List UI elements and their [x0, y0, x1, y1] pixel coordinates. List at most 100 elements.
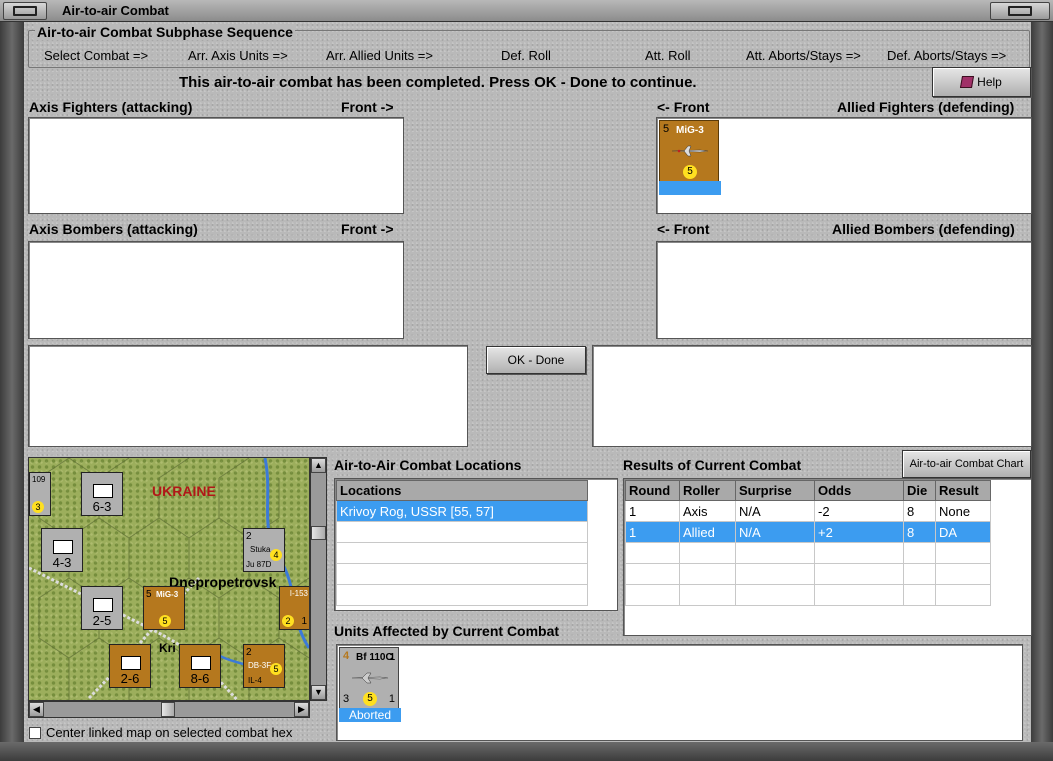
window-frame-bottom: [0, 742, 1053, 761]
location-row[interactable]: [336, 563, 588, 585]
map-vertical-scrollbar[interactable]: ▲ ▼: [310, 457, 327, 701]
map-air-unit-top: 1: [301, 616, 307, 627]
plane-icon: [351, 672, 389, 684]
map-air-unit-value: 4: [270, 549, 282, 561]
affected-unit-counter[interactable]: 4 Bf 110C 1 3 5 1: [339, 647, 399, 709]
affected-unit-bottom-right: 1: [388, 693, 395, 705]
results-cell: DA: [935, 521, 991, 543]
scroll-right-arrow-icon[interactable]: ▶: [294, 702, 309, 717]
map-ground-unit[interactable]: 4-3: [41, 528, 83, 572]
window-menu-button[interactable]: [3, 2, 47, 20]
window-title: Air-to-air Combat: [62, 3, 169, 18]
affected-units-box[interactable]: 4 Bf 110C 1 3 5 1 Aborted: [336, 644, 1023, 741]
infantry-icon: [121, 656, 141, 670]
horizontal-scroll-thumb[interactable]: [161, 702, 175, 717]
map-air-unit[interactable]: 2 DB-3F 5 IL-4: [243, 644, 285, 688]
map-horizontal-scrollbar[interactable]: ◀ ▶: [28, 701, 310, 718]
map-air-unit-name: I-153: [289, 589, 308, 598]
mech-infantry-icon: [53, 540, 73, 554]
map-air-unit-value: 5: [159, 615, 171, 627]
infantry-icon: [93, 598, 113, 612]
affected-unit-bottom-mid: 5: [363, 692, 377, 706]
affected-title: Units Affected by Current Combat: [334, 623, 560, 639]
axis-bombers-box[interactable]: [28, 241, 404, 339]
map-ground-unit[interactable]: 8-6: [179, 644, 221, 688]
results-row[interactable]: 1 Axis N/A -2 8 None: [625, 500, 991, 522]
scroll-down-arrow-icon[interactable]: ▼: [311, 685, 326, 700]
results-row[interactable]: [625, 563, 991, 585]
center-map-checkbox-row[interactable]: Center linked map on selected combat hex: [29, 725, 292, 740]
step-def-aborts-stays: Def. Aborts/Stays =>: [887, 48, 1007, 63]
map-ground-unit[interactable]: 6-3: [81, 472, 123, 516]
allied-fighters-box[interactable]: 5 MiG-3 5: [656, 117, 1032, 214]
map-air-unit[interactable]: 2 Stuka 4 Ju 87D: [243, 528, 285, 572]
allied-bombers-box[interactable]: [656, 241, 1032, 339]
axis-bombers-label: Axis Bombers (attacking): [29, 221, 198, 237]
step-att-aborts-stays: Att. Aborts/Stays =>: [746, 48, 861, 63]
results-cell: None: [935, 500, 991, 522]
map-unit-value: 8-6: [190, 671, 210, 686]
results-cell: N/A: [735, 500, 815, 522]
title-bar: Air-to-air Combat: [0, 0, 1053, 22]
axis-message-box: [28, 345, 468, 447]
results-cell: 1: [625, 521, 680, 543]
map-ground-unit[interactable]: 2-5: [81, 586, 123, 630]
locations-table: Locations Krivoy Rog, USSR [55, 57]: [336, 480, 588, 606]
map-air-unit[interactable]: I-153 2 1: [279, 586, 309, 630]
results-row[interactable]: [625, 542, 991, 564]
location-cell: [336, 584, 588, 606]
results-table: Round Roller Surprise Odds Die Result 1 …: [625, 480, 991, 606]
help-book-icon: [960, 76, 975, 88]
results-cell: -2: [814, 500, 904, 522]
affected-unit-bottom-left: 3: [343, 693, 350, 705]
results-cell: 1: [625, 500, 680, 522]
scroll-up-arrow-icon[interactable]: ▲: [311, 458, 326, 473]
location-row[interactable]: Krivoy Rog, USSR [55, 57]: [336, 500, 588, 522]
location-cell: [336, 542, 588, 564]
allied-bombers-front-label: <- Front: [657, 221, 710, 237]
map-unit-value: 2-6: [120, 671, 140, 686]
window-frame-left: [0, 22, 24, 761]
status-message: This air-to-air combat has been complete…: [179, 74, 697, 91]
axis-fighters-front-label: Front ->: [341, 99, 394, 115]
map-city-label-2: Kri: [159, 641, 176, 655]
armor-icon: [191, 656, 211, 670]
maximize-button[interactable]: [990, 2, 1050, 20]
center-map-label: Center linked map on selected combat hex: [46, 725, 293, 740]
plane-icon: [671, 145, 709, 157]
vertical-scroll-thumb[interactable]: [311, 526, 326, 540]
results-row[interactable]: [625, 584, 991, 606]
results-header-round: Round: [625, 480, 680, 501]
ok-done-button[interactable]: OK - Done: [486, 346, 586, 374]
map-air-unit-name: MiG-3: [156, 590, 179, 599]
allied-bombers-label: Allied Bombers (defending): [832, 221, 1015, 237]
air-combat-chart-button[interactable]: Air-to-air Combat Chart: [902, 450, 1031, 478]
map-air-unit-value: 2: [282, 615, 294, 627]
map-ground-unit[interactable]: 2-6: [109, 644, 151, 688]
location-row[interactable]: [336, 584, 588, 606]
unit-selected-indicator: [659, 181, 721, 195]
center-map-checkbox[interactable]: [29, 727, 41, 739]
map-air-unit-partial[interactable]: 109 3: [29, 472, 51, 516]
map-air-unit-sub: IL-4: [248, 676, 262, 685]
map-air-unit-sub: Ju 87D: [246, 560, 272, 569]
allied-fighter-unit-counter[interactable]: 5 MiG-3 5: [659, 120, 719, 182]
location-cell: Krivoy Rog, USSR [55, 57]: [336, 500, 588, 522]
affected-unit-top-left: 4: [343, 650, 350, 662]
results-row[interactable]: 1 Allied N/A +2 8 DA: [625, 521, 991, 543]
help-button[interactable]: Help: [932, 67, 1031, 97]
location-row[interactable]: [336, 542, 588, 564]
subphase-group-label: Air-to-air Combat Subphase Sequence: [35, 24, 295, 40]
map-unit-value: 2-5: [92, 613, 112, 628]
scroll-left-arrow-icon[interactable]: ◀: [29, 702, 44, 717]
window-menu-icon: [13, 6, 37, 16]
results-cell: 8: [903, 500, 936, 522]
map-air-unit-name: DB-3F: [248, 661, 272, 670]
results-cell: N/A: [735, 521, 815, 543]
map-unit-value: 4-3: [52, 555, 72, 570]
linked-map[interactable]: UKRAINE Dnepropetrovsk Kri 109 3 6-3 4-3…: [28, 457, 310, 701]
map-air-unit[interactable]: 5 MiG-3 5: [143, 586, 185, 630]
location-row[interactable]: [336, 521, 588, 543]
help-button-label: Help: [977, 75, 1002, 89]
axis-fighters-box[interactable]: [28, 117, 404, 214]
